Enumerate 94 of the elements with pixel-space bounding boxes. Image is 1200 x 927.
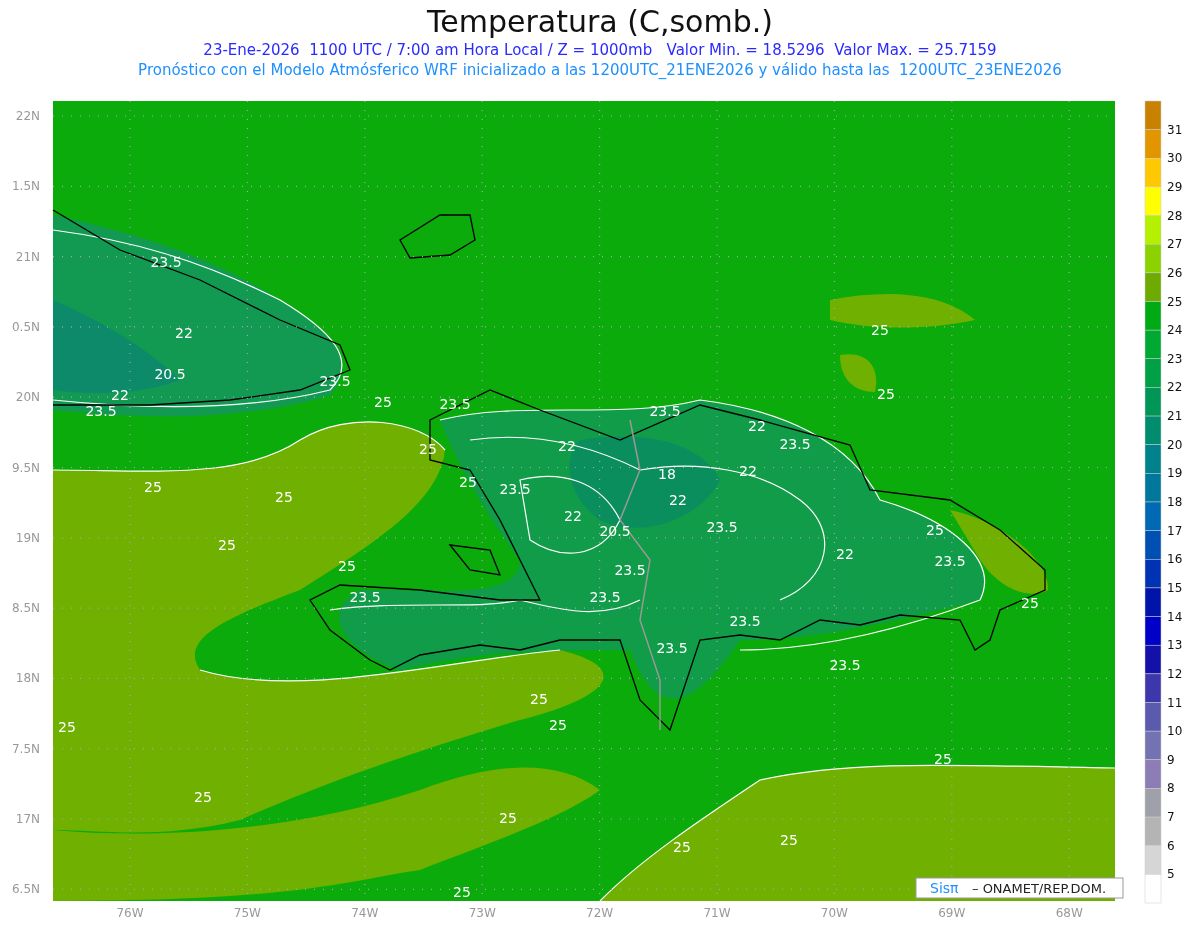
contour-label: 23.5 bbox=[934, 553, 966, 569]
colorbar-label: 23 bbox=[1167, 351, 1183, 366]
contour-label: 23.5 bbox=[589, 589, 621, 605]
contour-label: 25 bbox=[419, 441, 437, 457]
longitude-label: 69W bbox=[938, 906, 966, 920]
latitude-label: 1.5N bbox=[11, 179, 40, 194]
contour-label: 25 bbox=[673, 839, 691, 855]
contour-label: 23.5 bbox=[349, 589, 381, 605]
colorbar-label: 25 bbox=[1167, 294, 1183, 309]
colorbar-label: 7 bbox=[1167, 810, 1175, 825]
latitude-label: 7.5N bbox=[11, 741, 40, 756]
contour-label: 25 bbox=[1021, 595, 1039, 611]
contour-label: 25 bbox=[338, 558, 356, 574]
contour-label: 23.5 bbox=[729, 613, 761, 629]
latitude-label: 6.5N bbox=[11, 882, 40, 897]
contour-label: 22 bbox=[836, 546, 854, 562]
colorbar-label: 24 bbox=[1167, 323, 1183, 338]
contour-label: 25 bbox=[218, 537, 236, 553]
colorbar-label: 20 bbox=[1167, 437, 1183, 452]
colorbar-label: 17 bbox=[1167, 523, 1183, 538]
contour-label: 22 bbox=[564, 508, 582, 524]
colorbar-label: 31 bbox=[1167, 122, 1183, 137]
longitude-label: 73W bbox=[468, 906, 496, 920]
contour-label: 22 bbox=[748, 418, 766, 434]
contour-label: 25 bbox=[453, 884, 471, 900]
contour-label: 25 bbox=[194, 789, 212, 805]
contour-label: 23.5 bbox=[150, 254, 182, 270]
contour-label: 23.5 bbox=[649, 403, 681, 419]
colorbar-label: 19 bbox=[1167, 466, 1183, 481]
contour-label: 22 bbox=[669, 492, 687, 508]
longitude-label: 72W bbox=[586, 906, 614, 920]
latitude-label: 21N bbox=[15, 249, 40, 264]
model-description: Pronóstico con el Modelo Atmósferico WRF inicializado a las 1200UTC_21ENE2026 y válido hasta las 1200UTC_23ENE2026 bbox=[138, 60, 1062, 80]
chart-title: Temperatura (C,somb.) bbox=[427, 3, 773, 40]
contour-label: 23.5 bbox=[85, 403, 117, 419]
colorbar-label: 21 bbox=[1167, 409, 1183, 424]
colorbar-label: 22 bbox=[1167, 380, 1183, 395]
latitude-label: 19N bbox=[15, 530, 40, 545]
latitude-label: 8.5N bbox=[11, 601, 40, 616]
contour-label: 22 bbox=[111, 387, 129, 403]
contour-label: 23.5 bbox=[779, 436, 811, 452]
colorbar-label: 12 bbox=[1167, 666, 1183, 681]
contour-label: 23.5 bbox=[829, 657, 861, 673]
colorbar-label: 18 bbox=[1167, 495, 1183, 509]
contour-label: 25 bbox=[144, 479, 162, 495]
colorbar-label: 10 bbox=[1167, 724, 1183, 739]
latitude-label: 9.5N bbox=[11, 460, 40, 475]
longitude-label: 68W bbox=[1055, 906, 1083, 920]
contour-label: 25 bbox=[926, 522, 944, 538]
credit-text: – ONAMET/REP.DOM. bbox=[972, 881, 1107, 896]
logo-text: Sisπ bbox=[930, 880, 959, 896]
contour-label: 25 bbox=[877, 386, 895, 402]
longitude-label: 71W bbox=[703, 906, 731, 920]
colorbar-label: 5 bbox=[1167, 867, 1175, 882]
colorbar-label: 26 bbox=[1167, 265, 1183, 280]
contour-label: 25 bbox=[58, 719, 76, 735]
contour-label: 25 bbox=[530, 691, 548, 707]
contour-label: 25 bbox=[934, 751, 952, 767]
contour-label: 25 bbox=[499, 810, 517, 826]
colorbar-label: 29 bbox=[1167, 179, 1183, 194]
contour-label: 22 bbox=[739, 463, 757, 479]
contour-label: 25 bbox=[374, 394, 392, 410]
longitude-label: 70W bbox=[820, 906, 848, 920]
colorbar-label: 9 bbox=[1167, 752, 1175, 767]
contour-label: 22 bbox=[175, 325, 193, 341]
contour-label: 18 bbox=[658, 466, 676, 482]
longitude-label: 74W bbox=[351, 906, 379, 920]
contour-label: 25 bbox=[549, 717, 567, 733]
colorbar-label: 14 bbox=[1167, 609, 1183, 624]
latitude-label: 18N bbox=[15, 671, 40, 686]
contour-label: 23.5 bbox=[706, 519, 738, 535]
latitude-label: 22N bbox=[15, 109, 40, 123]
contour-label: 25 bbox=[871, 322, 889, 338]
colorbar-label: 28 bbox=[1167, 208, 1183, 223]
latitude-label: 20N bbox=[15, 390, 40, 405]
contour-label: 23.5 bbox=[614, 562, 646, 578]
colorbar-label: 6 bbox=[1167, 838, 1175, 853]
colorbar-label: 30 bbox=[1167, 151, 1183, 166]
colorbar-label: 11 bbox=[1167, 695, 1183, 710]
colorbar-label: 13 bbox=[1167, 638, 1183, 653]
contour-label: 25 bbox=[275, 489, 293, 505]
latitude-label: 0.5N bbox=[11, 319, 40, 334]
latitude-label: 17N bbox=[15, 812, 40, 826]
contour-label: 23.5 bbox=[656, 640, 688, 656]
contour-label: 20.5 bbox=[154, 366, 186, 382]
colorbar-label: 15 bbox=[1167, 580, 1183, 595]
colorbar-label: 16 bbox=[1167, 552, 1183, 567]
colorbar-label: 27 bbox=[1167, 237, 1183, 252]
contour-label: 25 bbox=[780, 832, 798, 848]
forecast-info: 23-Ene-2026 1100 UTC / 7:00 am Hora Local / Z = 1000mb Valor Min. = 18.5296 Valor Max. = 25.7159 bbox=[203, 40, 997, 60]
colorbar-label: 8 bbox=[1167, 781, 1175, 796]
contour-label: 25 bbox=[459, 474, 477, 490]
longitude-label: 76W bbox=[116, 906, 144, 920]
longitude-label: 75W bbox=[233, 906, 261, 920]
